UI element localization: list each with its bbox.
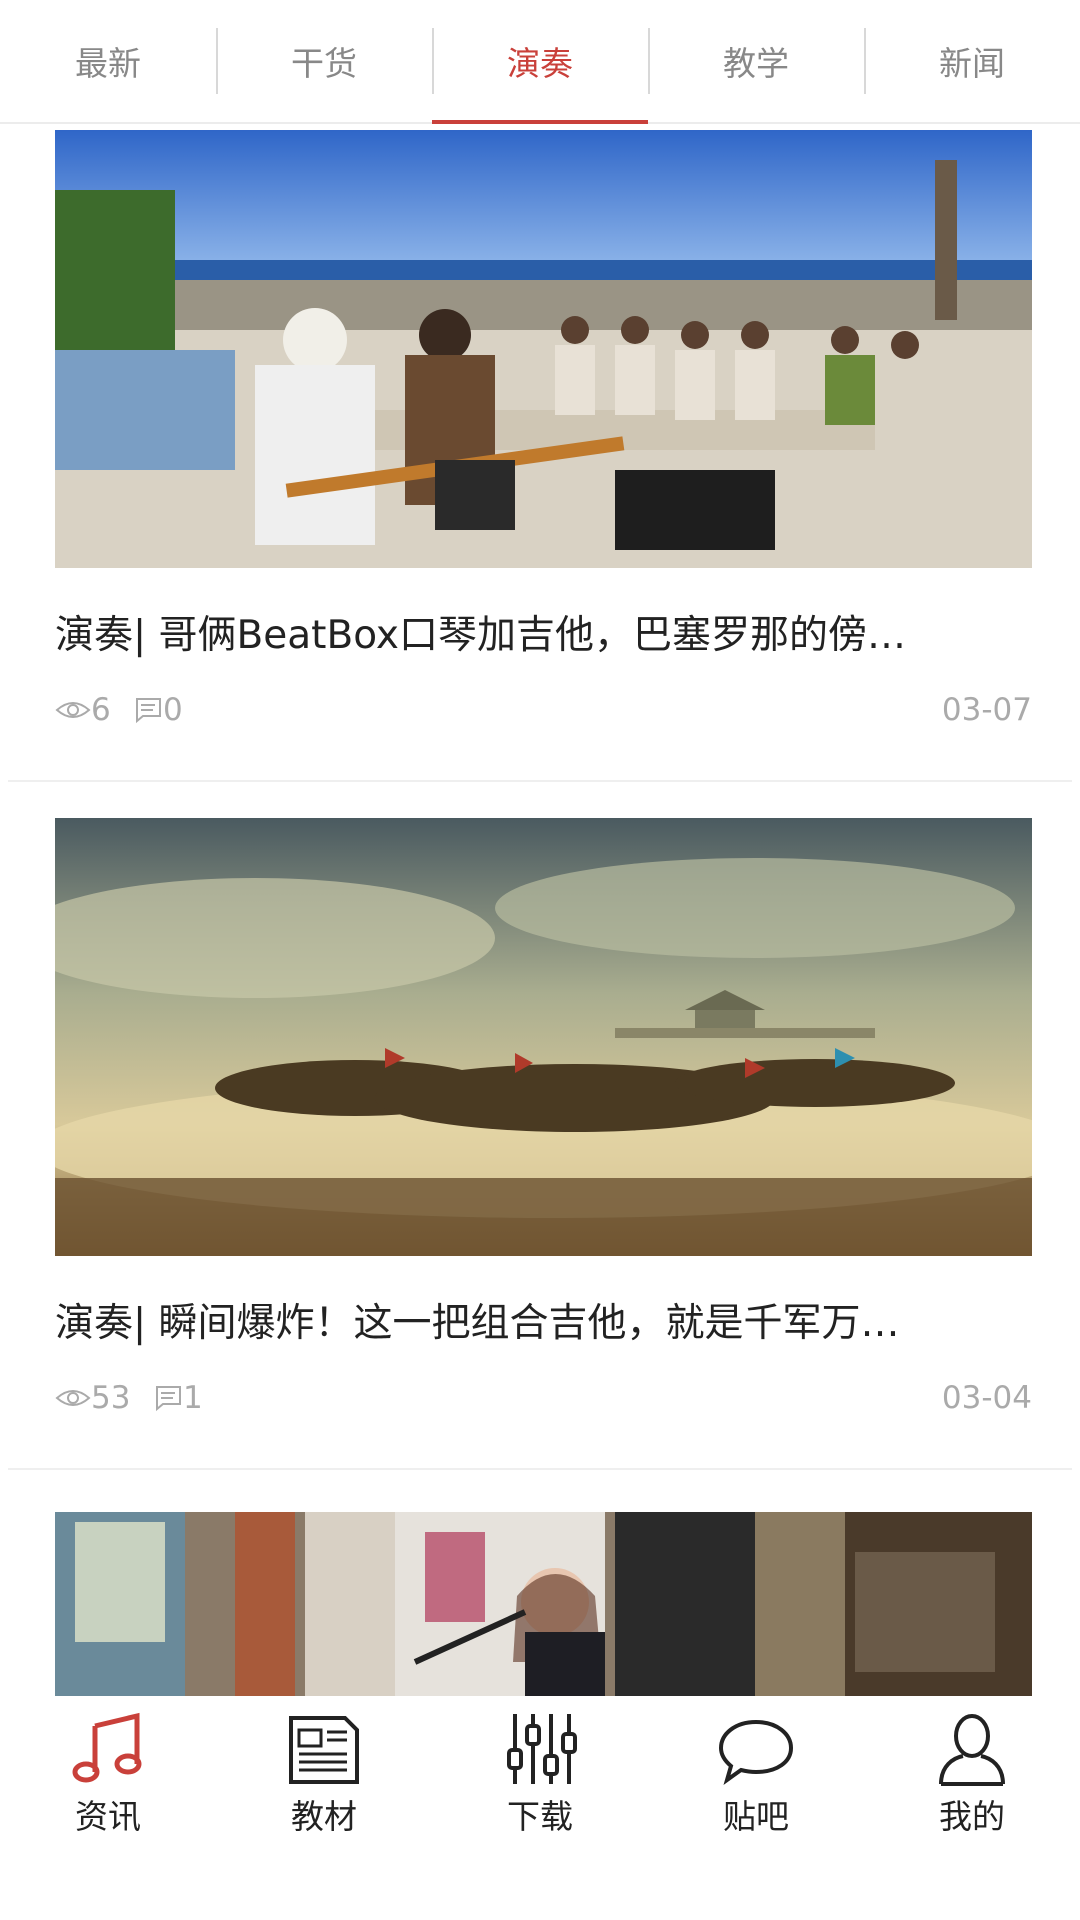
- category-tab-bar: 最新 干货 演奏 教学 新闻: [0, 0, 1080, 124]
- nav-news-label: 资讯: [75, 1797, 141, 1836]
- comment-count-value: 0: [163, 692, 183, 728]
- article-title[interactable]: 演奏| 瞬间爆炸！这一把组合吉他，就是千军万…: [55, 1292, 1032, 1348]
- article-thumbnail[interactable]: [55, 130, 1032, 568]
- article-thumbnail[interactable]: [55, 1512, 1032, 1696]
- comment-icon: [156, 1386, 181, 1412]
- divider: [8, 780, 1072, 782]
- view-count-value: 53: [91, 1380, 131, 1416]
- article-card[interactable]: 演奏| 哥俩BeatBox口琴加吉他，巴塞罗那的傍… 6 0 03-07: [0, 124, 1080, 794]
- comment-icon: [136, 698, 161, 724]
- article-date: 03-04: [941, 1380, 1032, 1416]
- nav-profile[interactable]: 我的: [864, 1696, 1080, 1920]
- nav-download[interactable]: 下载: [432, 1696, 648, 1920]
- article-thumbnail[interactable]: [55, 818, 1032, 1256]
- tab-performance[interactable]: 演奏: [432, 0, 648, 124]
- eye-icon: [55, 702, 91, 718]
- street-musicians-image: [55, 130, 1032, 568]
- tab-news[interactable]: 新闻: [864, 0, 1080, 122]
- view-count: 6: [55, 692, 111, 728]
- view-count-value: 6: [91, 692, 111, 728]
- article-meta: 53 1 03-04: [55, 1380, 1032, 1420]
- nav-download-label: 下载: [507, 1797, 573, 1836]
- view-count: 53: [55, 1380, 130, 1416]
- speech-bubble-icon: [718, 1719, 794, 1785]
- divider: [8, 1468, 1072, 1470]
- cavalry-painting-image: [55, 818, 1032, 1256]
- comment-count-value: 1: [183, 1380, 203, 1416]
- article-meta: 6 0 03-07: [55, 692, 1032, 732]
- comment-count: 1: [153, 1380, 203, 1416]
- article-card[interactable]: [0, 1512, 1080, 1696]
- nav-forum-label: 贴吧: [723, 1797, 789, 1836]
- article-date: 03-07: [941, 692, 1032, 728]
- article-card[interactable]: 演奏| 瞬间爆炸！这一把组合吉他，就是千军万… 53 1 03-04: [0, 818, 1080, 1488]
- equalizer-icon: [507, 1714, 577, 1784]
- article-feed[interactable]: 演奏| 哥俩BeatBox口琴加吉他，巴塞罗那的傍… 6 0 03-07 演奏|…: [0, 124, 1080, 1696]
- newspaper-icon: [289, 1716, 359, 1784]
- eye-icon: [55, 1390, 91, 1406]
- nav-textbook-label: 教材: [291, 1797, 357, 1836]
- girl-singing-image: [55, 1512, 1032, 1696]
- article-title[interactable]: 演奏| 哥俩BeatBox口琴加吉他，巴塞罗那的傍…: [55, 604, 1032, 660]
- nav-profile-label: 我的: [939, 1797, 1005, 1836]
- tab-latest[interactable]: 最新: [0, 0, 216, 122]
- comment-count: 0: [133, 692, 183, 728]
- nav-textbook[interactable]: 教材: [216, 1696, 432, 1920]
- bottom-nav: 资讯 教材 下载 贴吧 我的: [0, 1696, 1080, 1920]
- nav-forum[interactable]: 贴吧: [648, 1696, 864, 1920]
- music-note-icon: [72, 1712, 142, 1783]
- person-icon: [939, 1714, 1005, 1786]
- nav-news[interactable]: 资讯: [0, 1696, 216, 1920]
- tab-dry-goods[interactable]: 干货: [216, 0, 432, 122]
- tab-teaching[interactable]: 教学: [648, 0, 864, 122]
